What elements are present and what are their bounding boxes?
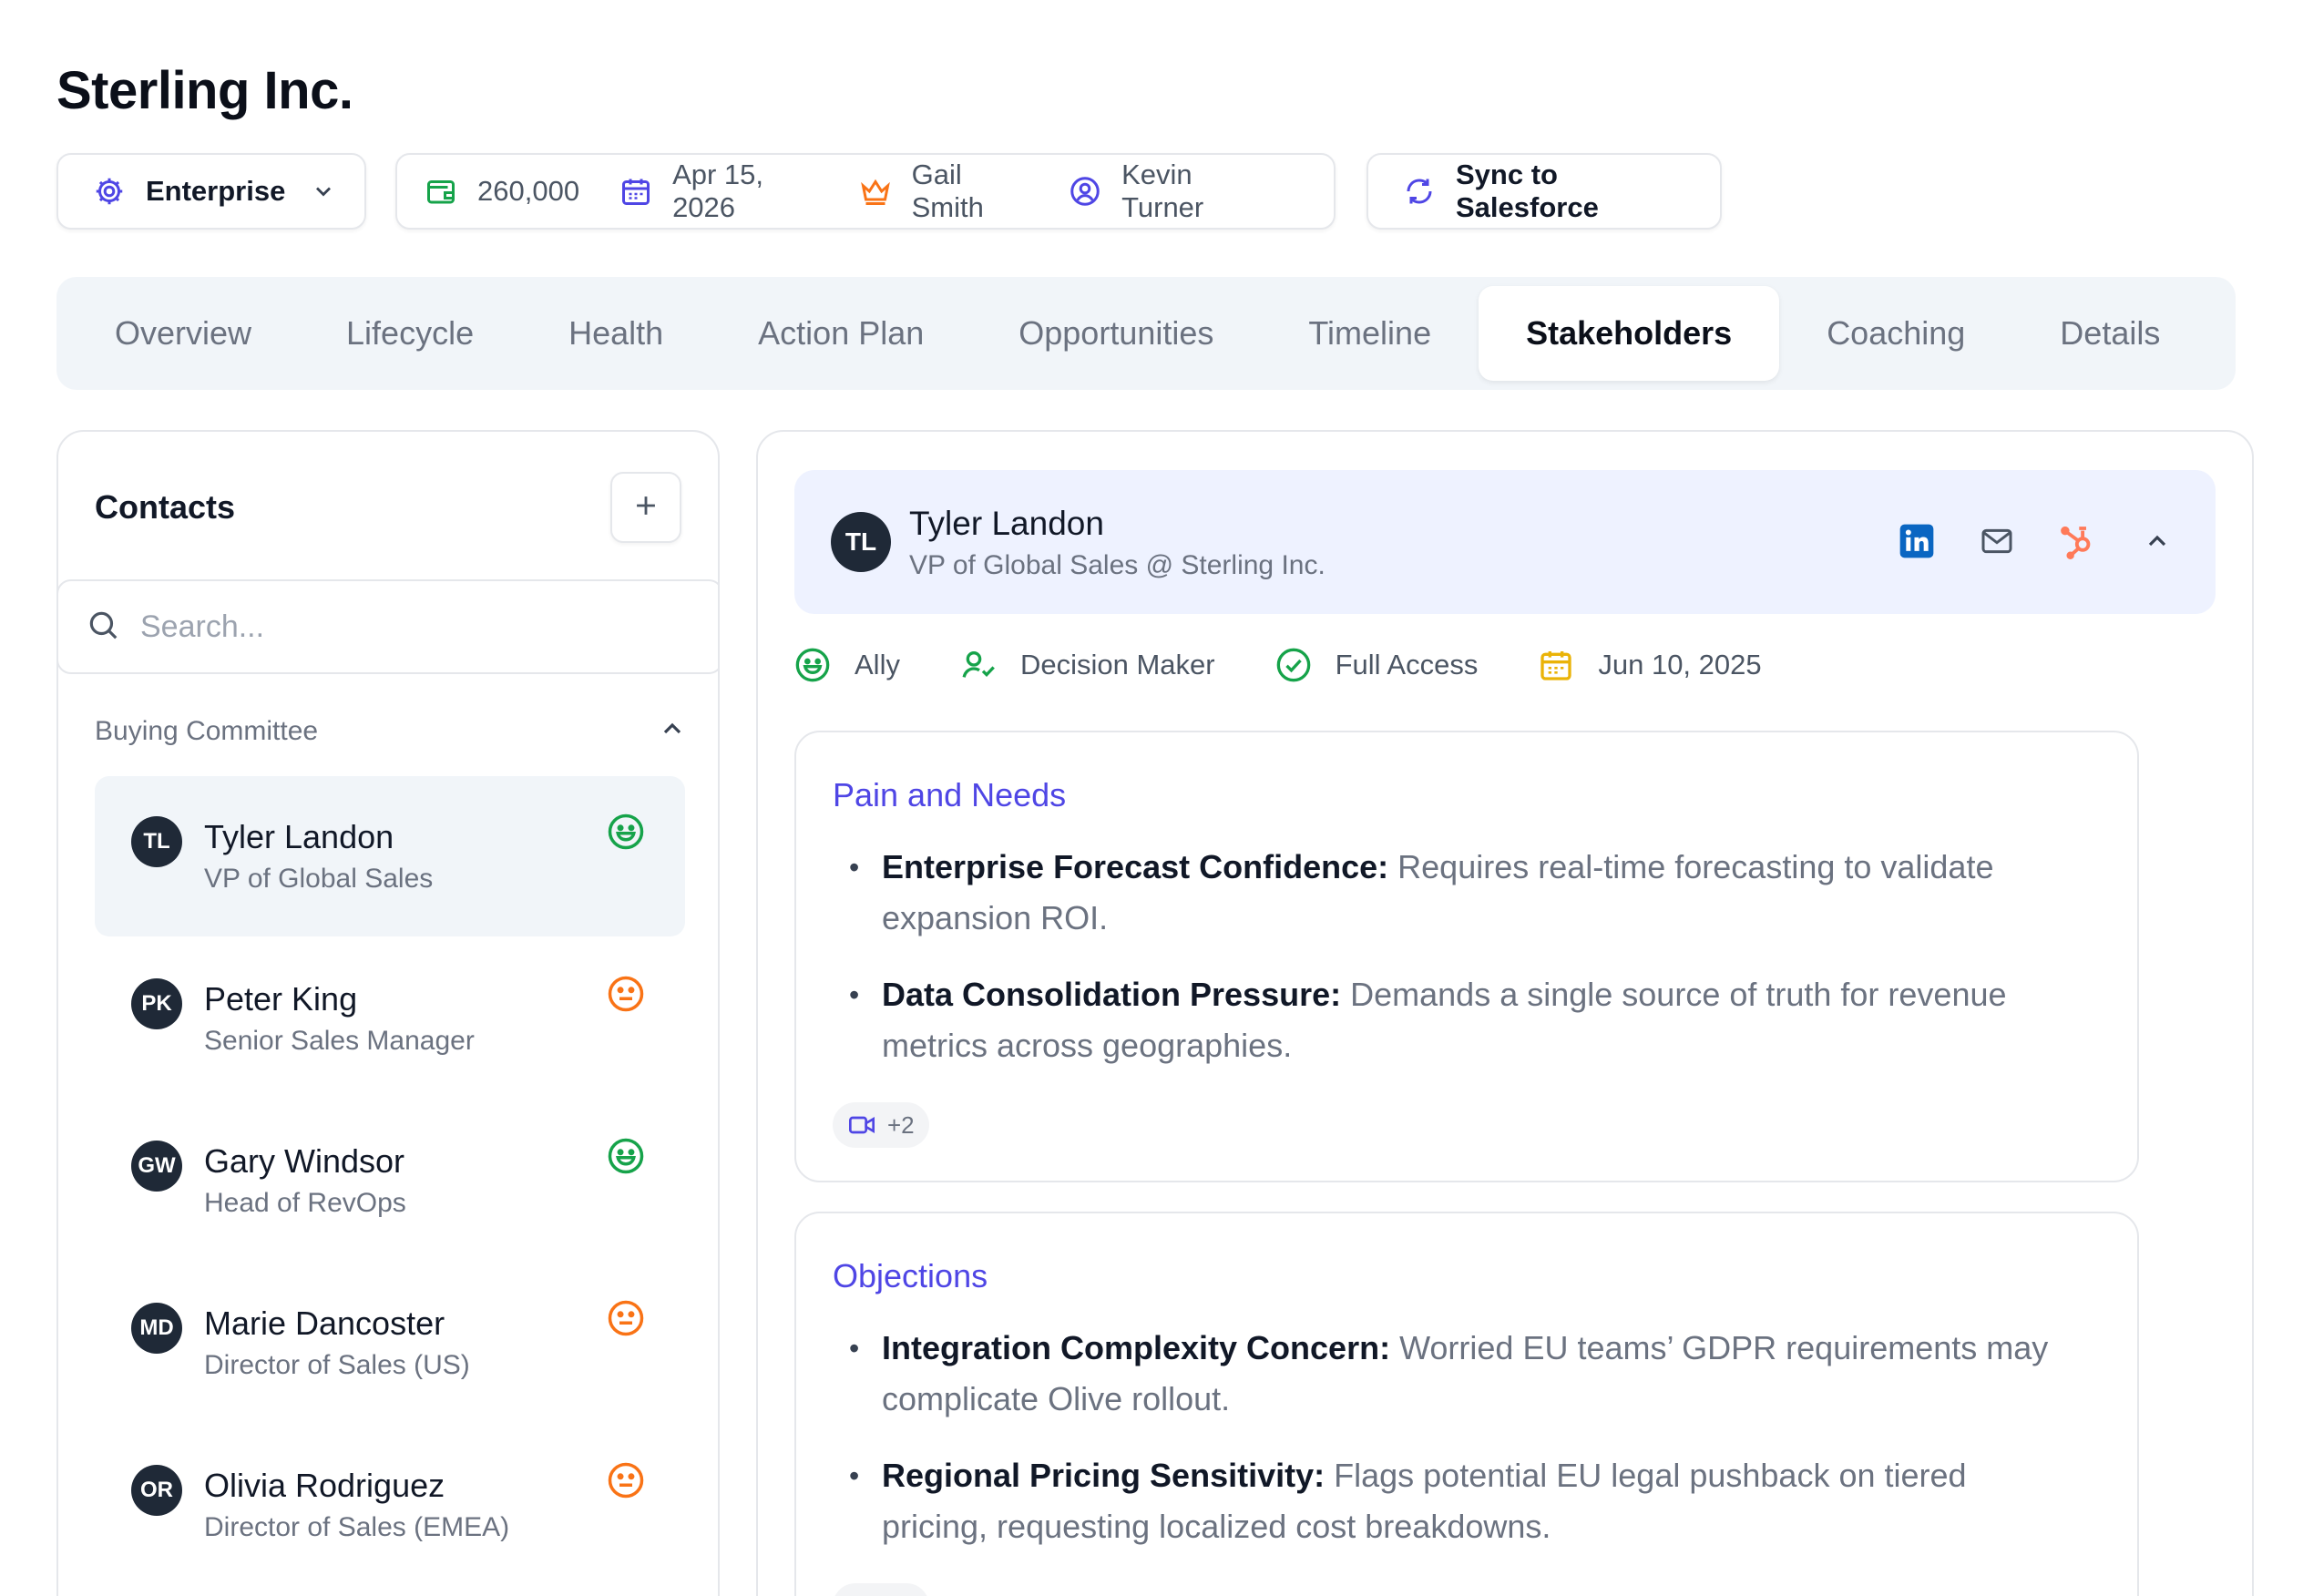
chevron-up-icon bbox=[658, 714, 687, 748]
contact-item[interactable]: GW Gary Windsor Head of RevOps bbox=[95, 1100, 685, 1261]
contact-role: Head of RevOps bbox=[204, 1188, 406, 1218]
smile-neutral-icon bbox=[608, 1300, 644, 1336]
profile-name: Tyler Landon bbox=[909, 505, 1104, 542]
deal-meta-bar: 260,000 Apr 15, 2026 Gail Smith Kevin Tu… bbox=[395, 153, 1336, 230]
chevron-down-icon bbox=[311, 179, 336, 204]
contact-item[interactable]: TL Tyler Landon VP of Global Sales bbox=[95, 776, 685, 936]
video-evidence-chip[interactable]: +2 bbox=[833, 1102, 929, 1148]
pain-and-needs-card: Pain and Needs Enterprise Forecast Confi… bbox=[794, 731, 2139, 1182]
tab-timeline[interactable]: Timeline bbox=[1261, 286, 1479, 381]
calendar-icon bbox=[1538, 647, 1574, 683]
last-contact-date: Jun 10, 2025 bbox=[1538, 647, 1762, 683]
smile-neutral-icon bbox=[608, 976, 644, 1012]
tab-overview[interactable]: Overview bbox=[67, 286, 299, 381]
tab-details[interactable]: Details bbox=[2012, 286, 2207, 381]
deal-owner: Gail Smith bbox=[859, 159, 1029, 224]
list-item: Regional Pricing Sensitivity: Flags pote… bbox=[833, 1450, 2072, 1552]
stakeholder-detail-panel: TL Tyler Landon VP of Global Sales @ Ste… bbox=[756, 430, 2254, 1596]
deal-close-date: Apr 15, 2026 bbox=[619, 159, 819, 224]
contact-name: Peter King bbox=[204, 980, 358, 1018]
group-label: Buying Committee bbox=[95, 715, 319, 746]
email-button[interactable] bbox=[1975, 519, 2019, 563]
deal-contact: Kevin Turner bbox=[1069, 159, 1266, 224]
stance-badge: Ally bbox=[794, 647, 900, 683]
list-item: Data Consolidation Pressure: Demands a s… bbox=[833, 969, 2072, 1071]
page: Sterling Inc. Enterprise 260,000 Apr 15,… bbox=[0, 0, 2303, 1596]
search-placeholder: Search... bbox=[140, 609, 265, 644]
avatar: MD bbox=[131, 1303, 182, 1354]
plus-icon bbox=[630, 490, 661, 526]
avatar: OR bbox=[131, 1465, 182, 1516]
group-header-buying-committee[interactable]: Buying Committee bbox=[95, 714, 687, 748]
contact-name: Gary Windsor bbox=[204, 1142, 405, 1180]
card-title: Objections bbox=[833, 1257, 988, 1294]
avatar: PK bbox=[131, 978, 182, 1029]
contacts-panel: Contacts Search... Buying Committee TL T… bbox=[56, 430, 720, 1596]
contact-item[interactable]: OR Olivia Rodriguez Director of Sales (E… bbox=[95, 1425, 685, 1585]
profile-actions bbox=[1858, 519, 2179, 563]
user-check-icon bbox=[960, 647, 997, 683]
contacts-title: Contacts bbox=[95, 488, 236, 526]
contact-name: Olivia Rodriguez bbox=[204, 1467, 445, 1504]
contact-role: Senior Sales Manager bbox=[204, 1026, 475, 1056]
tab-coaching[interactable]: Coaching bbox=[1779, 286, 2012, 381]
contact-search-input[interactable]: Search... bbox=[58, 579, 718, 674]
role-badge: Decision Maker bbox=[960, 647, 1215, 683]
hubspot-icon bbox=[2061, 526, 2091, 559]
smile-happy-icon bbox=[608, 813, 644, 850]
sync-salesforce-button[interactable]: Sync to Salesforce bbox=[1366, 153, 1722, 230]
tier-dropdown[interactable]: Enterprise bbox=[56, 153, 366, 230]
tab-health[interactable]: Health bbox=[521, 286, 711, 381]
tab-lifecycle[interactable]: Lifecycle bbox=[299, 286, 521, 381]
user-circle-icon bbox=[1069, 175, 1101, 208]
list-item: Enterprise Forecast Confidence: Requires… bbox=[833, 842, 2072, 944]
contact-role: Director of Sales (US) bbox=[204, 1350, 470, 1380]
collapse-button[interactable] bbox=[2135, 519, 2179, 563]
mail-icon bbox=[1981, 528, 2012, 554]
linkedin-button[interactable] bbox=[1895, 519, 1939, 563]
video-icon bbox=[847, 1591, 876, 1596]
smile-happy-icon bbox=[608, 1138, 644, 1174]
profile-header: TL Tyler Landon VP of Global Sales @ Ste… bbox=[794, 470, 2216, 614]
contact-name: Tyler Landon bbox=[204, 818, 394, 855]
page-title: Sterling Inc. bbox=[56, 61, 353, 120]
access-badge: Full Access bbox=[1275, 647, 1478, 683]
avatar: TL bbox=[831, 512, 891, 572]
search-icon bbox=[86, 608, 120, 647]
avatar: GW bbox=[131, 1141, 182, 1192]
chevron-up-icon bbox=[2148, 535, 2166, 547]
profile-title: VP of Global Sales @ Sterling Inc. bbox=[909, 550, 1326, 580]
crown-icon bbox=[859, 175, 892, 208]
tab-bar: Overview Lifecycle Health Action Plan Op… bbox=[56, 277, 2236, 390]
contact-role: VP of Global Sales bbox=[204, 864, 434, 894]
avatar: TL bbox=[131, 816, 182, 867]
objections-card: Objections Integration Complexity Concer… bbox=[794, 1212, 2139, 1596]
wallet-icon bbox=[425, 175, 457, 208]
contact-item[interactable]: PK Peter King Senior Sales Manager bbox=[95, 938, 685, 1099]
contact-name: Marie Dancoster bbox=[204, 1304, 445, 1342]
video-icon bbox=[849, 1116, 875, 1134]
tab-opportunities[interactable]: Opportunities bbox=[971, 286, 1261, 381]
video-evidence-chip[interactable]: +2 bbox=[833, 1583, 929, 1596]
linkedin-icon bbox=[1899, 524, 1934, 558]
hubspot-button[interactable] bbox=[2055, 519, 2099, 563]
smile-neutral-icon bbox=[608, 1462, 644, 1499]
tier-label: Enterprise bbox=[146, 175, 286, 207]
bullet-list: Enterprise Forecast Confidence: Requires… bbox=[833, 842, 2072, 1097]
gear-icon bbox=[93, 175, 126, 208]
calendar-icon bbox=[619, 175, 652, 208]
deal-amount: 260,000 bbox=[425, 175, 579, 208]
stakeholder-attributes: Ally Decision Maker Full Access Jun 10, … bbox=[794, 647, 1822, 683]
contact-role: Director of Sales (EMEA) bbox=[204, 1512, 510, 1542]
tab-stakeholders[interactable]: Stakeholders bbox=[1479, 286, 1780, 381]
sync-icon bbox=[1403, 175, 1436, 208]
smile-happy-icon bbox=[794, 647, 831, 683]
list-item: Integration Complexity Concern: Worried … bbox=[833, 1323, 2072, 1425]
contact-item[interactable]: MD Marie Dancoster Director of Sales (US… bbox=[95, 1263, 685, 1423]
card-title: Pain and Needs bbox=[833, 776, 1067, 813]
check-circle-icon bbox=[1275, 647, 1312, 683]
tab-action-plan[interactable]: Action Plan bbox=[711, 286, 971, 381]
add-contact-button[interactable] bbox=[610, 472, 681, 543]
bullet-list: Integration Complexity Concern: Worried … bbox=[833, 1323, 2072, 1578]
